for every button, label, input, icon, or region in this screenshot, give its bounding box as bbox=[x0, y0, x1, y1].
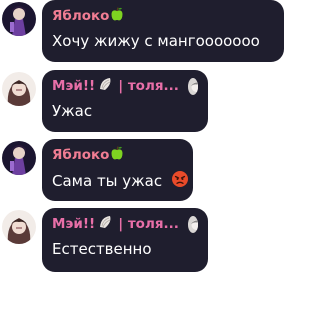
message-item: Яблоко Сама ты ужас bbox=[0, 139, 284, 205]
green-apple-icon bbox=[109, 145, 125, 165]
avatar[interactable] bbox=[2, 2, 36, 36]
message-text: Ужас bbox=[52, 102, 93, 120]
sender-name[interactable]: Яблоко bbox=[52, 8, 109, 24]
mini-avatar bbox=[187, 215, 198, 233]
message-item: Мэй!! | толя... Естественно bbox=[0, 208, 284, 274]
shell-icon bbox=[98, 76, 114, 96]
sender-name[interactable]: Мэй!! bbox=[52, 78, 95, 94]
avatar[interactable] bbox=[2, 72, 36, 106]
sender-row: Мэй!! | толя... bbox=[52, 214, 198, 234]
avatar[interactable] bbox=[2, 141, 36, 175]
message-text: Хочу жижу с мангооооооо bbox=[52, 32, 260, 50]
message-item: Яблоко Хочу жижу с мангооооооо bbox=[0, 0, 284, 66]
message-bubble: Мэй!! | толя... Естественно bbox=[42, 208, 208, 272]
avatar[interactable] bbox=[2, 210, 36, 244]
message-text-row: Сама ты ужас bbox=[52, 170, 188, 193]
sender-row: Яблоко bbox=[52, 145, 183, 165]
angry-face-icon bbox=[171, 170, 189, 193]
shell-icon bbox=[98, 214, 114, 234]
sender-suffix: | толя... bbox=[118, 78, 179, 94]
message-bubble: Яблоко Хочу жижу с мангооооооо bbox=[42, 0, 284, 62]
sender-name[interactable]: Яблоко bbox=[52, 147, 109, 163]
message-bubble: Яблоко Сама ты ужас bbox=[42, 139, 193, 201]
sender-row: Яблоко bbox=[52, 6, 274, 26]
sender-suffix: | толя... bbox=[118, 216, 179, 232]
message-bubble: Мэй!! | толя... Ужас bbox=[42, 70, 208, 132]
message-item: Мэй!! | толя... Ужас bbox=[0, 70, 284, 136]
message-text: Естественно bbox=[52, 240, 152, 258]
mini-avatar bbox=[187, 77, 198, 95]
chat-message-list: Яблоко Хочу жижу с мангооооооо Мэй!! | т… bbox=[0, 0, 284, 320]
sender-row: Мэй!! | толя... bbox=[52, 76, 198, 96]
green-apple-icon bbox=[109, 6, 125, 26]
sender-name[interactable]: Мэй!! bbox=[52, 216, 95, 232]
message-text: Сама ты ужас bbox=[52, 172, 163, 190]
